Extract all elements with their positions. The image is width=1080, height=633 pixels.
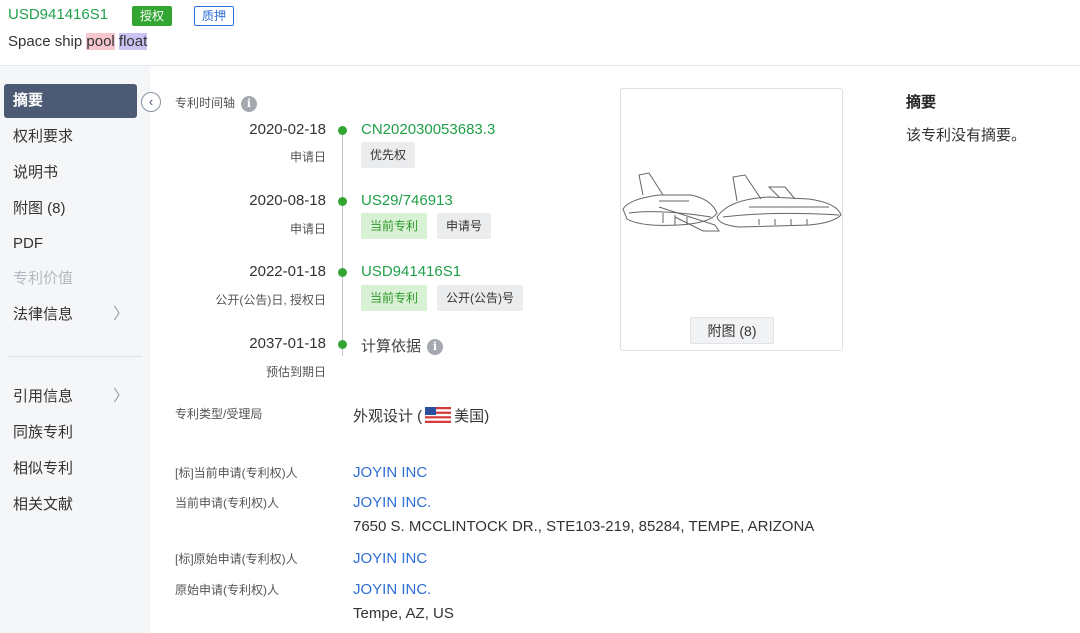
drawing-stroke (732, 174, 762, 202)
field-label-current-applicant: 当前申请(专利权)人 (175, 496, 279, 510)
field-label-original-applicant: 原始申请(专利权)人 (175, 583, 279, 597)
patent-title: Space ship pool float (8, 33, 148, 50)
timeline-date: 2037-01-18 (249, 335, 326, 352)
timeline-number-link[interactable]: USD941416S1 (361, 263, 461, 280)
chip-current-patent: 当前专利 (361, 285, 428, 311)
timeline-date-label: 预估到期日 (265, 365, 326, 379)
field-value-patent-type: 外观设计 ( 美国) (353, 405, 489, 426)
timeline-date: 2020-08-18 (249, 192, 326, 209)
field-label-patent-type: 专利类型/受理局 (175, 407, 263, 421)
calculation-basis: 计算依据 i (361, 335, 444, 356)
sidebar-item-description[interactable]: 说明书 (4, 156, 137, 190)
sidebar-item-similar[interactable]: 相似专利 (4, 452, 137, 486)
current-applicant-link[interactable]: JOYIN INC. (353, 494, 431, 511)
patent-type-suffix: ) (484, 408, 490, 425)
original-applicant-address: Tempe, AZ, US (353, 605, 454, 622)
patent-header: USD941416S1 授权 质押 Space ship pool float (0, 0, 1080, 66)
drawing-stroke (749, 206, 829, 225)
timeline-number-link[interactable]: US29/746913 (361, 192, 453, 209)
current-applicant-std-link[interactable]: JOYIN INC (353, 464, 427, 481)
title-highlight-pool: pool (86, 33, 115, 50)
title-highlight-float: float (118, 33, 148, 50)
timeline-dot (338, 340, 347, 349)
timeline-heading: 专利时间轴 i (175, 94, 258, 112)
patent-type-prefix: 外观设计 ( (353, 408, 423, 425)
figures-button[interactable]: 附图 (8) (690, 317, 774, 344)
chip-priority: 优先权 (361, 142, 416, 168)
chip-publication-number: 公开(公告)号 (437, 285, 523, 311)
timeline-date-label: 申请日 (289, 222, 326, 236)
original-applicant-link[interactable]: JOYIN INC. (353, 581, 431, 598)
sidebar-item-abstract[interactable]: 摘要 (4, 84, 137, 118)
chevron-right-icon: 〉 (112, 306, 129, 323)
drawing-stroke (638, 172, 664, 196)
current-applicant-address: 7650 S. MCCLINTOCK DR., STE103-219, 8528… (353, 518, 815, 535)
drawing-stroke (628, 211, 712, 218)
timeline-heading-label: 专利时间轴 (175, 96, 236, 110)
country-name: 美国 (454, 408, 485, 425)
info-icon[interactable]: i (427, 339, 444, 356)
timeline-dot (338, 126, 347, 135)
drawing-stroke (716, 196, 842, 228)
sidebar-item-label: 法律信息 (13, 306, 74, 323)
sidebar-item-pdf[interactable]: PDF (4, 227, 137, 261)
timeline-dot (338, 197, 347, 206)
timeline-date: 2022-01-18 (249, 263, 326, 280)
us-flag-icon (425, 407, 452, 423)
title-part: Space ship (8, 33, 87, 50)
chip-current-patent: 当前专利 (361, 213, 428, 239)
chip-application-number: 申请号 (437, 213, 492, 239)
original-applicant-std-link[interactable]: JOYIN INC (353, 550, 427, 567)
timeline-date-label: 公开(公告)日, 授权日 (215, 293, 326, 307)
timeline-line (342, 131, 343, 356)
collapse-sidebar-button[interactable]: ‹ (141, 92, 161, 112)
sidebar-item-claims[interactable]: 权利要求 (4, 120, 137, 154)
sidebar-item-drawings[interactable]: 附图 (8) (4, 192, 137, 226)
sidebar-item-patent-value: 专利价值 (13, 270, 74, 287)
sidebar-divider (8, 356, 142, 357)
sidebar-item-legal-info[interactable]: 法律信息 〉 (4, 298, 137, 332)
info-icon[interactable]: i (241, 95, 258, 112)
patent-drawing-thumbnail[interactable] (619, 165, 844, 240)
abstract-text: 该专利没有摘要。 (906, 127, 1027, 144)
timeline-date-label: 申请日 (289, 150, 326, 164)
field-label-current-applicant-std: [标]当前申请(专利权)人 (175, 466, 298, 480)
status-badge-pledged[interactable]: 质押 (194, 6, 235, 26)
calculation-basis-label: 计算依据 (361, 338, 422, 355)
timeline-dot (338, 268, 347, 277)
status-badge-granted: 授权 (132, 6, 173, 26)
timeline-number-link[interactable]: CN202030053683.3 (361, 121, 495, 138)
sidebar-item-related-docs[interactable]: 相关文献 (4, 488, 137, 522)
sidebar-item-family[interactable]: 同族专利 (4, 416, 137, 450)
sidebar-item-label: 引用信息 (13, 388, 74, 405)
chevron-right-icon: 〉 (112, 388, 129, 405)
sidebar-item-citations[interactable]: 引用信息 〉 (4, 380, 137, 414)
patent-number[interactable]: USD941416S1 (8, 6, 108, 23)
abstract-heading: 摘要 (906, 94, 937, 111)
field-label-original-applicant-std: [标]原始申请(专利权)人 (175, 552, 298, 566)
timeline-date: 2020-02-18 (249, 121, 326, 138)
drawing-stroke (722, 212, 840, 218)
